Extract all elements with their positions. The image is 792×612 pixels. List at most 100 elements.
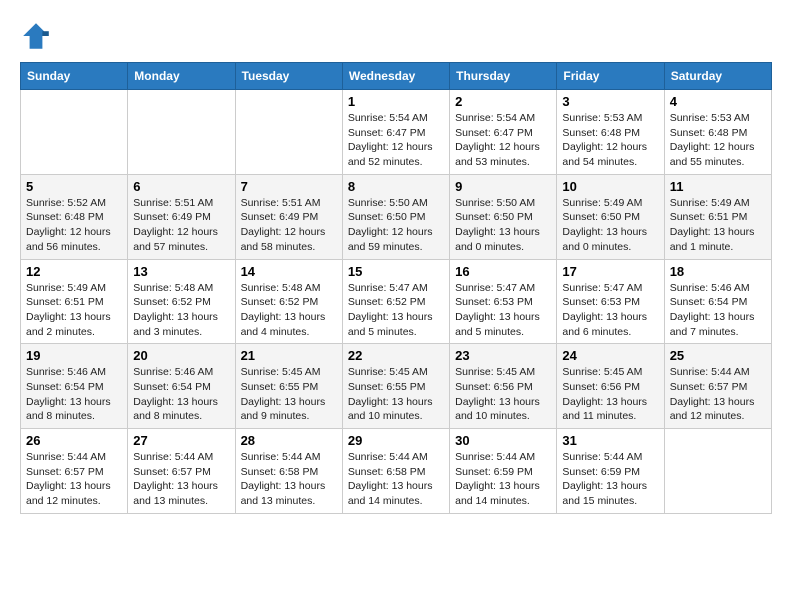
day-number: 26 (26, 433, 122, 448)
day-cell: 22Sunrise: 5:45 AMSunset: 6:55 PMDayligh… (342, 344, 449, 429)
week-row-2: 5Sunrise: 5:52 AMSunset: 6:48 PMDaylight… (21, 174, 772, 259)
day-cell: 6Sunrise: 5:51 AMSunset: 6:49 PMDaylight… (128, 174, 235, 259)
sunrise-text: Sunrise: 5:44 AM (562, 450, 658, 465)
sunrise-text: Sunrise: 5:45 AM (455, 365, 551, 380)
sunrise-text: Sunrise: 5:47 AM (562, 281, 658, 296)
day-cell: 16Sunrise: 5:47 AMSunset: 6:53 PMDayligh… (450, 259, 557, 344)
sunrise-text: Sunrise: 5:54 AM (455, 111, 551, 126)
sunrise-text: Sunrise: 5:53 AM (670, 111, 766, 126)
sunset-text: Sunset: 6:52 PM (133, 295, 229, 310)
daylight-text: Daylight: 13 hours and 12 minutes. (670, 395, 766, 424)
day-cell: 5Sunrise: 5:52 AMSunset: 6:48 PMDaylight… (21, 174, 128, 259)
day-cell: 26Sunrise: 5:44 AMSunset: 6:57 PMDayligh… (21, 429, 128, 514)
sunrise-text: Sunrise: 5:49 AM (562, 196, 658, 211)
day-info: Sunrise: 5:45 AMSunset: 6:55 PMDaylight:… (348, 365, 444, 424)
sunset-text: Sunset: 6:49 PM (241, 210, 337, 225)
daylight-text: Daylight: 12 hours and 54 minutes. (562, 140, 658, 169)
sunrise-text: Sunrise: 5:48 AM (241, 281, 337, 296)
day-number: 14 (241, 264, 337, 279)
daylight-text: Daylight: 13 hours and 10 minutes. (455, 395, 551, 424)
day-number: 12 (26, 264, 122, 279)
header-row: SundayMondayTuesdayWednesdayThursdayFrid… (21, 63, 772, 90)
sunrise-text: Sunrise: 5:44 AM (348, 450, 444, 465)
day-number: 20 (133, 348, 229, 363)
day-info: Sunrise: 5:44 AMSunset: 6:58 PMDaylight:… (241, 450, 337, 509)
day-info: Sunrise: 5:46 AMSunset: 6:54 PMDaylight:… (26, 365, 122, 424)
sunset-text: Sunset: 6:53 PM (455, 295, 551, 310)
day-info: Sunrise: 5:53 AMSunset: 6:48 PMDaylight:… (670, 111, 766, 170)
daylight-text: Daylight: 12 hours and 55 minutes. (670, 140, 766, 169)
day-number: 9 (455, 179, 551, 194)
day-number: 4 (670, 94, 766, 109)
day-cell: 1Sunrise: 5:54 AMSunset: 6:47 PMDaylight… (342, 90, 449, 175)
day-info: Sunrise: 5:45 AMSunset: 6:56 PMDaylight:… (562, 365, 658, 424)
sunset-text: Sunset: 6:54 PM (133, 380, 229, 395)
daylight-text: Daylight: 13 hours and 15 minutes. (562, 479, 658, 508)
sunrise-text: Sunrise: 5:50 AM (455, 196, 551, 211)
day-info: Sunrise: 5:45 AMSunset: 6:56 PMDaylight:… (455, 365, 551, 424)
header-day-thursday: Thursday (450, 63, 557, 90)
day-info: Sunrise: 5:44 AMSunset: 6:57 PMDaylight:… (670, 365, 766, 424)
sunrise-text: Sunrise: 5:46 AM (26, 365, 122, 380)
day-number: 30 (455, 433, 551, 448)
day-cell: 17Sunrise: 5:47 AMSunset: 6:53 PMDayligh… (557, 259, 664, 344)
sunset-text: Sunset: 6:47 PM (455, 126, 551, 141)
day-cell: 2 Sunrise: 5:54 AMSunset: 6:47 PMDaylight… (450, 90, 557, 175)
sunrise-text: Sunrise: 5:44 AM (455, 450, 551, 465)
daylight-text: Daylight: 13 hours and 10 minutes. (348, 395, 444, 424)
day-info: Sunrise: 5:49 AMSunset: 6:50 PMDaylight:… (562, 196, 658, 255)
sunset-text: Sunset: 6:54 PM (670, 295, 766, 310)
day-info: Sunrise: 5:47 AMSunset: 6:53 PMDaylight:… (455, 281, 551, 340)
daylight-text: Daylight: 13 hours and 14 minutes. (455, 479, 551, 508)
daylight-text: Daylight: 13 hours and 1 minute. (670, 225, 766, 254)
day-info: Sunrise: 5:49 AMSunset: 6:51 PMDaylight:… (26, 281, 122, 340)
day-number: 2 (455, 94, 551, 109)
day-info: Sunrise: 5:46 AMSunset: 6:54 PMDaylight:… (133, 365, 229, 424)
day-number: 11 (670, 179, 766, 194)
daylight-text: Daylight: 13 hours and 0 minutes. (455, 225, 551, 254)
header-day-wednesday: Wednesday (342, 63, 449, 90)
sunrise-text: Sunrise: 5:44 AM (241, 450, 337, 465)
sunset-text: Sunset: 6:59 PM (562, 465, 658, 480)
day-cell: 21Sunrise: 5:45 AMSunset: 6:55 PMDayligh… (235, 344, 342, 429)
day-cell: 15Sunrise: 5:47 AMSunset: 6:52 PMDayligh… (342, 259, 449, 344)
day-cell (128, 90, 235, 175)
daylight-text: Daylight: 13 hours and 8 minutes. (26, 395, 122, 424)
daylight-text: Daylight: 12 hours and 59 minutes. (348, 225, 444, 254)
day-number: 19 (26, 348, 122, 363)
header-day-friday: Friday (557, 63, 664, 90)
sunrise-text: Sunrise: 5:46 AM (133, 365, 229, 380)
day-info: Sunrise: 5:54 AMSunset: 6:47 PMDaylight:… (455, 111, 551, 170)
sunset-text: Sunset: 6:55 PM (348, 380, 444, 395)
day-number: 18 (670, 264, 766, 279)
sunset-text: Sunset: 6:50 PM (562, 210, 658, 225)
daylight-text: Daylight: 13 hours and 12 minutes. (26, 479, 122, 508)
sunset-text: Sunset: 6:51 PM (670, 210, 766, 225)
day-cell: 7Sunrise: 5:51 AMSunset: 6:49 PMDaylight… (235, 174, 342, 259)
day-info: Sunrise: 5:50 AMSunset: 6:50 PMDaylight:… (348, 196, 444, 255)
sunrise-text: Sunrise: 5:50 AM (348, 196, 444, 211)
daylight-text: Daylight: 13 hours and 0 minutes. (562, 225, 658, 254)
daylight-text: Daylight: 13 hours and 5 minutes. (348, 310, 444, 339)
header-day-monday: Monday (128, 63, 235, 90)
week-row-3: 12 Sunrise: 5:49 AMSunset: 6:51 PMDayligh… (21, 259, 772, 344)
sunrise-text: Sunrise: 5:48 AM (133, 281, 229, 296)
sunset-text: Sunset: 6:48 PM (670, 126, 766, 141)
sunset-text: Sunset: 6:47 PM (348, 126, 444, 141)
day-number: 29 (348, 433, 444, 448)
day-info: Sunrise: 5:50 AMSunset: 6:50 PMDaylight:… (455, 196, 551, 255)
day-cell: 11 Sunrise: 5:49 AMSunset: 6:51 PMDayligh… (664, 174, 771, 259)
day-number: 7 (241, 179, 337, 194)
sunset-text: Sunset: 6:49 PM (133, 210, 229, 225)
sunrise-text: Sunrise: 5:45 AM (241, 365, 337, 380)
sunrise-text: Sunrise: 5:45 AM (348, 365, 444, 380)
daylight-text: Daylight: 13 hours and 6 minutes. (562, 310, 658, 339)
sunrise-text: Sunrise: 5:49 AM (670, 196, 766, 211)
day-number: 25 (670, 348, 766, 363)
daylight-text: Daylight: 12 hours and 58 minutes. (241, 225, 337, 254)
day-cell: 9 Sunrise: 5:50 AMSunset: 6:50 PMDaylight… (450, 174, 557, 259)
sunset-text: Sunset: 6:57 PM (133, 465, 229, 480)
day-number: 5 (26, 179, 122, 194)
day-number: 3 (562, 94, 658, 109)
sunrise-text: Sunrise: 5:47 AM (455, 281, 551, 296)
